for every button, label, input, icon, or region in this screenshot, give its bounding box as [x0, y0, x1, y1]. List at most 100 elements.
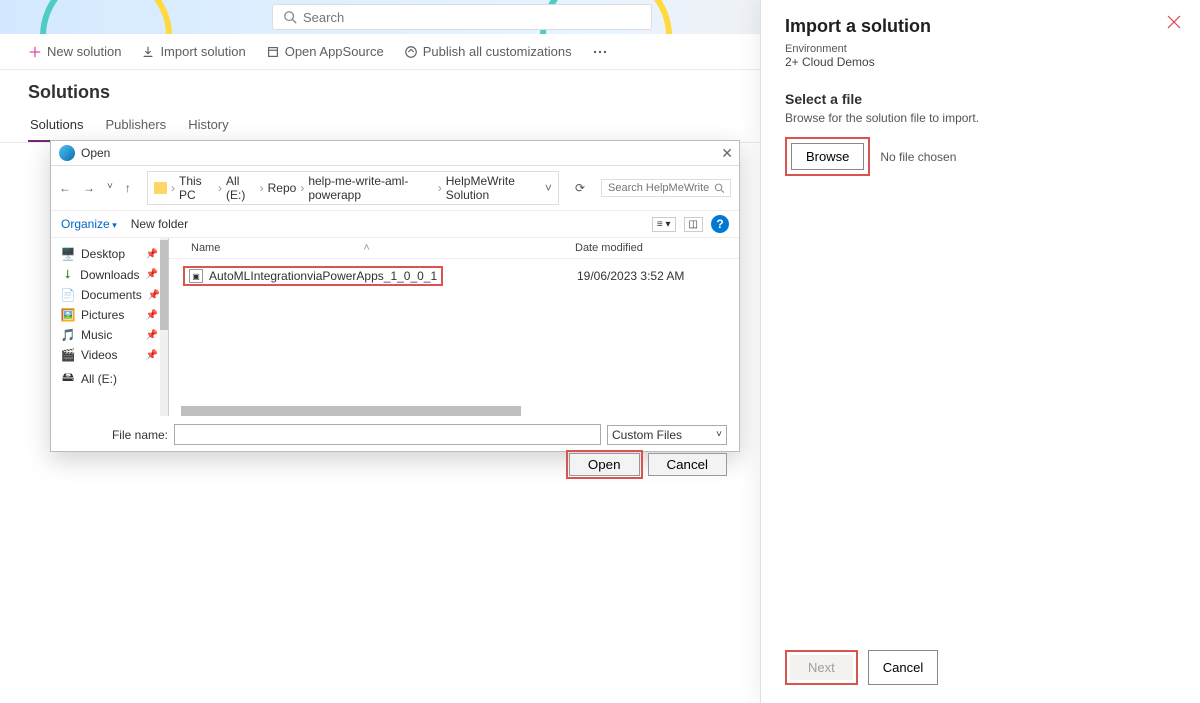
sort-asc-icon: ˄ — [363, 242, 369, 254]
crumb[interactable]: Repo — [268, 181, 297, 195]
panel-footer: Next Cancel — [761, 636, 1200, 703]
documents-icon: 📄 — [61, 288, 75, 302]
cancel-button[interactable]: Cancel — [648, 453, 728, 476]
sidebar-item-downloads[interactable]: ⭣Downloads📌 — [51, 264, 168, 285]
section-description: Browse for the solution file to import. — [785, 111, 1176, 125]
more-commands-button[interactable] — [584, 40, 616, 64]
chevron-down-icon: ˅ — [716, 429, 722, 440]
pin-icon: 📌 — [146, 350, 158, 361]
import-solution-panel: Import a solution Environment 2+ Cloud D… — [760, 0, 1200, 703]
appsource-icon — [266, 45, 280, 59]
refresh-icon[interactable]: ⟳ — [571, 181, 589, 195]
close-icon[interactable] — [1166, 14, 1182, 33]
pin-icon: 📌 — [146, 310, 158, 321]
file-list: Name ˄ Date modified ▣ AutoMLIntegration… — [169, 238, 739, 416]
dialog-titlebar[interactable]: Open ✕ — [51, 141, 739, 166]
crumb[interactable]: HelpMeWrite Solution — [446, 174, 541, 202]
new-solution-button[interactable]: New solution — [20, 40, 129, 63]
browse-button[interactable]: Browse — [791, 143, 864, 170]
file-name: AutoMLIntegrationviaPowerApps_1_0_0_1 — [209, 269, 437, 283]
new-folder-button[interactable]: New folder — [131, 217, 188, 231]
sidebar-item-all-e[interactable]: 🖴All (E:) — [51, 365, 168, 392]
file-filter-select[interactable]: Custom Files˅ — [607, 425, 727, 445]
nav-back-icon[interactable]: ← — [59, 181, 71, 195]
view-mode-button[interactable]: ≡ ▾ — [652, 217, 676, 232]
import-solution-label: Import solution — [160, 44, 245, 59]
sidebar-item-pictures[interactable]: 🖼️Pictures📌 — [51, 305, 168, 325]
nav-up-icon[interactable]: ↑ — [125, 181, 131, 195]
organize-button[interactable]: Organize — [61, 217, 117, 231]
crumb[interactable]: This PC — [179, 174, 214, 202]
horizontal-scrollbar[interactable] — [181, 406, 521, 416]
drive-icon: 🖴 — [61, 368, 75, 389]
close-icon[interactable]: ✕ — [721, 145, 733, 162]
file-list-header: Name ˄ Date modified — [169, 238, 739, 259]
table-row[interactable]: ▣ AutoMLIntegrationviaPowerApps_1_0_0_1 … — [169, 263, 739, 289]
search-input[interactable] — [303, 10, 641, 25]
dialog-nav: ← → ˅ ↑ › This PC› All (E:)› Repo› help-… — [51, 166, 739, 211]
pin-icon: 📌 — [148, 290, 160, 301]
archive-icon: ▣ — [189, 269, 203, 283]
file-open-dialog: Open ✕ ← → ˅ ↑ › This PC› All (E:)› Repo… — [50, 140, 740, 452]
tab-solutions[interactable]: Solutions — [28, 111, 85, 142]
download-icon: ⭣ — [61, 267, 74, 282]
no-file-chosen-label: No file chosen — [880, 150, 956, 164]
breadcrumb[interactable]: › This PC› All (E:)› Repo› help-me-write… — [147, 171, 559, 205]
tab-history[interactable]: History — [186, 111, 230, 142]
panel-header: Import a solution Environment 2+ Cloud D… — [761, 0, 1200, 77]
next-highlight: Next — [785, 650, 858, 685]
dialog-footer: File name: Custom Files˅ Open Cancel — [51, 416, 739, 484]
preview-pane-button[interactable]: ◫ — [684, 217, 703, 232]
dialog-toolbar: Organize New folder ≡ ▾ ◫ ? — [51, 211, 739, 238]
dialog-search-input[interactable] — [608, 182, 710, 194]
pictures-icon: 🖼️ — [61, 308, 75, 322]
plus-icon — [28, 45, 42, 59]
nav-forward-icon[interactable]: → — [83, 181, 95, 195]
import-solution-button[interactable]: Import solution — [133, 40, 253, 63]
select-file-section: Select a file Browse for the solution fi… — [761, 77, 1200, 176]
nav-buttons: ← → ˅ ↑ — [59, 181, 131, 195]
column-date[interactable]: Date modified — [575, 242, 725, 254]
search-icon — [714, 182, 725, 194]
column-name[interactable]: Name ˄ — [183, 242, 575, 254]
publish-icon — [404, 45, 418, 59]
nav-recent-icon[interactable]: ˅ — [107, 181, 113, 195]
sidebar-item-videos[interactable]: 🎬Videos📌 — [51, 345, 168, 365]
pin-icon: 📌 — [146, 269, 158, 280]
open-button[interactable]: Open — [569, 453, 640, 476]
crumb[interactable]: All (E:) — [226, 174, 256, 202]
sidebar-scrollbar[interactable] — [160, 238, 168, 416]
open-appsource-button[interactable]: Open AppSource — [258, 40, 392, 63]
pin-icon: 📌 — [146, 330, 158, 341]
chevron-down-icon[interactable]: ˅ — [545, 181, 552, 195]
filename-input[interactable] — [174, 424, 601, 445]
file-date: 19/06/2023 3:52 AM — [577, 269, 684, 283]
sidebar-item-desktop[interactable]: 🖥️Desktop📌 — [51, 244, 168, 264]
search-icon — [283, 10, 297, 24]
publish-all-label: Publish all customizations — [423, 44, 572, 59]
next-button[interactable]: Next — [790, 655, 853, 680]
dialog-body: 🖥️Desktop📌 ⭣Downloads📌 📄Documents📌 🖼️Pic… — [51, 238, 739, 416]
sidebar-item-documents[interactable]: 📄Documents📌 — [51, 285, 168, 305]
pin-icon: 📌 — [146, 249, 158, 260]
ellipsis-icon — [592, 44, 608, 60]
videos-icon: 🎬 — [61, 348, 75, 362]
sidebar-item-music[interactable]: 🎵Music📌 — [51, 325, 168, 345]
global-search[interactable] — [272, 4, 652, 30]
help-icon[interactable]: ? — [711, 215, 729, 233]
environment-label: Environment — [785, 43, 1176, 55]
rainbow-deco — [40, 0, 160, 34]
tab-publishers[interactable]: Publishers — [103, 111, 168, 142]
dialog-sidebar: 🖥️Desktop📌 ⭣Downloads📌 📄Documents📌 🖼️Pic… — [51, 238, 169, 416]
environment-value: 2+ Cloud Demos — [785, 55, 1176, 69]
filename-label: File name: — [63, 428, 168, 442]
browse-highlight: Browse — [785, 137, 870, 176]
crumb[interactable]: help-me-write-aml-powerapp — [308, 174, 433, 202]
new-solution-label: New solution — [47, 44, 121, 59]
import-icon — [141, 45, 155, 59]
publish-all-button[interactable]: Publish all customizations — [396, 40, 580, 63]
dialog-search[interactable] — [601, 179, 731, 197]
open-appsource-label: Open AppSource — [285, 44, 384, 59]
desktop-icon: 🖥️ — [61, 247, 75, 261]
cancel-button[interactable]: Cancel — [868, 650, 938, 685]
